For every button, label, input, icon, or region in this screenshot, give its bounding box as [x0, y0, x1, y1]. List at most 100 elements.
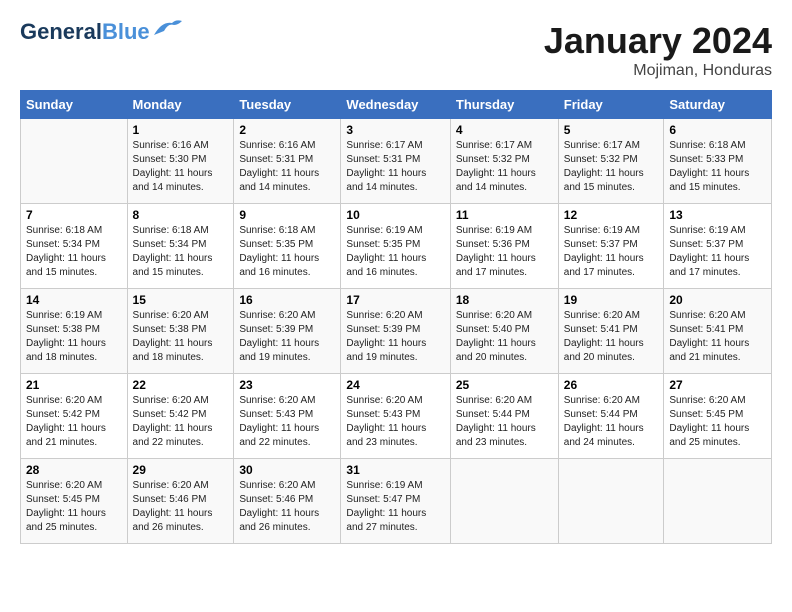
calendar-week-row: 21Sunrise: 6:20 AMSunset: 5:42 PMDayligh… — [21, 374, 772, 459]
header-wednesday: Wednesday — [341, 91, 450, 119]
calendar-cell: 30 Sunrise: 6:20 AMSunset: 5:46 PMDayligh… — [234, 459, 341, 544]
month-title: January 2024 — [544, 20, 772, 62]
day-number: 6 — [669, 123, 766, 137]
day-number: 27 — [669, 378, 766, 392]
day-info: Sunrise: 6:20 AMSunset: 5:44 PMDaylight:… — [456, 394, 553, 450]
calendar-cell: 31 Sunrise: 6:19 AMSunset: 5:47 PMDayligh… — [341, 459, 450, 544]
calendar-cell: 21Sunrise: 6:20 AMSunset: 5:42 PMDayligh… — [21, 374, 128, 459]
header-monday: Monday — [127, 91, 234, 119]
day-number: 25 — [456, 378, 553, 392]
calendar-cell: 16 Sunrise: 6:20 AMSunset: 5:39 PMDayligh… — [234, 289, 341, 374]
calendar-cell: 9 Sunrise: 6:18 AMSunset: 5:35 PMDaylight… — [234, 204, 341, 289]
header-friday: Friday — [558, 91, 664, 119]
day-number: 5 — [564, 123, 659, 137]
day-info: Sunrise: 6:19 AMSunset: 5:35 PMDaylight:… — [346, 224, 444, 280]
day-number: 26 — [564, 378, 659, 392]
day-number: 19 — [564, 293, 659, 307]
day-info: Sunrise: 6:20 AMSunset: 5:41 PMDaylight:… — [669, 309, 766, 365]
day-number: 18 — [456, 293, 553, 307]
calendar-cell: 26 Sunrise: 6:20 AMSunset: 5:44 PMDayligh… — [558, 374, 664, 459]
day-number: 22 — [133, 378, 229, 392]
logo-general: General — [20, 19, 102, 44]
calendar-cell: 19 Sunrise: 6:20 AMSunset: 5:41 PMDayligh… — [558, 289, 664, 374]
day-number: 14 — [26, 293, 122, 307]
calendar-cell: 17 Sunrise: 6:20 AMSunset: 5:39 PMDayligh… — [341, 289, 450, 374]
day-number: 23 — [239, 378, 335, 392]
day-number: 28 — [26, 463, 122, 477]
day-number: 31 — [346, 463, 444, 477]
day-info: Sunrise: 6:20 AMSunset: 5:42 PMDaylight:… — [26, 394, 122, 450]
day-info: Sunrise: 6:20 AMSunset: 5:46 PMDaylight:… — [133, 479, 229, 535]
calendar-week-row: 7 Sunrise: 6:18 AMSunset: 5:34 PMDaylight… — [21, 204, 772, 289]
day-number: 3 — [346, 123, 444, 137]
day-number: 2 — [239, 123, 335, 137]
calendar-cell — [21, 119, 128, 204]
day-info: Sunrise: 6:20 AMSunset: 5:43 PMDaylight:… — [239, 394, 335, 450]
day-info: Sunrise: 6:20 AMSunset: 5:40 PMDaylight:… — [456, 309, 553, 365]
day-info: Sunrise: 6:19 AMSunset: 5:38 PMDaylight:… — [26, 309, 122, 365]
calendar-cell: 10Sunrise: 6:19 AMSunset: 5:35 PMDayligh… — [341, 204, 450, 289]
calendar-cell — [664, 459, 772, 544]
day-info: Sunrise: 6:18 AMSunset: 5:35 PMDaylight:… — [239, 224, 335, 280]
day-info: Sunrise: 6:20 AMSunset: 5:45 PMDaylight:… — [669, 394, 766, 450]
day-info: Sunrise: 6:20 AMSunset: 5:39 PMDaylight:… — [346, 309, 444, 365]
day-info: Sunrise: 6:18 AMSunset: 5:33 PMDaylight:… — [669, 139, 766, 195]
day-info: Sunrise: 6:20 AMSunset: 5:44 PMDaylight:… — [564, 394, 659, 450]
calendar-cell: 20Sunrise: 6:20 AMSunset: 5:41 PMDayligh… — [664, 289, 772, 374]
day-info: Sunrise: 6:19 AMSunset: 5:37 PMDaylight:… — [669, 224, 766, 280]
day-number: 12 — [564, 208, 659, 222]
day-number: 15 — [133, 293, 229, 307]
day-number: 4 — [456, 123, 553, 137]
calendar-week-row: 28 Sunrise: 6:20 AMSunset: 5:45 PMDayligh… — [21, 459, 772, 544]
day-info: Sunrise: 6:20 AMSunset: 5:39 PMDaylight:… — [239, 309, 335, 365]
day-info: Sunrise: 6:19 AMSunset: 5:37 PMDaylight:… — [564, 224, 659, 280]
logo: GeneralBlue — [20, 20, 182, 44]
day-number: 16 — [239, 293, 335, 307]
calendar-cell: 29 Sunrise: 6:20 AMSunset: 5:46 PMDayligh… — [127, 459, 234, 544]
day-info: Sunrise: 6:20 AMSunset: 5:46 PMDaylight:… — [239, 479, 335, 535]
calendar-week-row: 1Sunrise: 6:16 AMSunset: 5:30 PMDaylight… — [21, 119, 772, 204]
calendar-cell — [558, 459, 664, 544]
day-number: 17 — [346, 293, 444, 307]
day-info: Sunrise: 6:17 AMSunset: 5:32 PMDaylight:… — [456, 139, 553, 195]
day-number: 7 — [26, 208, 122, 222]
day-info: Sunrise: 6:19 AMSunset: 5:47 PMDaylight:… — [346, 479, 444, 535]
day-info: Sunrise: 6:20 AMSunset: 5:43 PMDaylight:… — [346, 394, 444, 450]
calendar-cell: 14 Sunrise: 6:19 AMSunset: 5:38 PMDayligh… — [21, 289, 128, 374]
calendar-cell — [450, 459, 558, 544]
header-sunday: Sunday — [21, 91, 128, 119]
calendar-cell: 3Sunrise: 6:17 AMSunset: 5:31 PMDaylight… — [341, 119, 450, 204]
day-number: 13 — [669, 208, 766, 222]
calendar-cell: 15Sunrise: 6:20 AMSunset: 5:38 PMDayligh… — [127, 289, 234, 374]
day-info: Sunrise: 6:20 AMSunset: 5:42 PMDaylight:… — [133, 394, 229, 450]
calendar-cell: 18 Sunrise: 6:20 AMSunset: 5:40 PMDayligh… — [450, 289, 558, 374]
calendar-header-row: SundayMondayTuesdayWednesdayThursdayFrid… — [21, 91, 772, 119]
calendar-table: SundayMondayTuesdayWednesdayThursdayFrid… — [20, 90, 772, 544]
day-info: Sunrise: 6:17 AMSunset: 5:32 PMDaylight:… — [564, 139, 659, 195]
calendar-cell: 12 Sunrise: 6:19 AMSunset: 5:37 PMDayligh… — [558, 204, 664, 289]
header-tuesday: Tuesday — [234, 91, 341, 119]
header-thursday: Thursday — [450, 91, 558, 119]
day-info: Sunrise: 6:19 AMSunset: 5:36 PMDaylight:… — [456, 224, 553, 280]
logo-blue: Blue — [102, 19, 150, 44]
day-info: Sunrise: 6:18 AMSunset: 5:34 PMDaylight:… — [133, 224, 229, 280]
day-number: 30 — [239, 463, 335, 477]
calendar-cell: 8Sunrise: 6:18 AMSunset: 5:34 PMDaylight… — [127, 204, 234, 289]
day-number: 1 — [133, 123, 229, 137]
calendar-cell: 11 Sunrise: 6:19 AMSunset: 5:36 PMDayligh… — [450, 204, 558, 289]
day-number: 29 — [133, 463, 229, 477]
logo-bird-icon — [154, 17, 182, 39]
header-saturday: Saturday — [664, 91, 772, 119]
calendar-cell: 1Sunrise: 6:16 AMSunset: 5:30 PMDaylight… — [127, 119, 234, 204]
day-number: 24 — [346, 378, 444, 392]
calendar-cell: 25 Sunrise: 6:20 AMSunset: 5:44 PMDayligh… — [450, 374, 558, 459]
day-number: 11 — [456, 208, 553, 222]
calendar-cell: 22 Sunrise: 6:20 AMSunset: 5:42 PMDayligh… — [127, 374, 234, 459]
day-info: Sunrise: 6:16 AMSunset: 5:31 PMDaylight:… — [239, 139, 335, 195]
day-info: Sunrise: 6:20 AMSunset: 5:41 PMDaylight:… — [564, 309, 659, 365]
calendar-cell: 13 Sunrise: 6:19 AMSunset: 5:37 PMDayligh… — [664, 204, 772, 289]
location-subtitle: Mojiman, Honduras — [544, 62, 772, 80]
day-info: Sunrise: 6:20 AMSunset: 5:45 PMDaylight:… — [26, 479, 122, 535]
day-number: 9 — [239, 208, 335, 222]
calendar-cell: 4 Sunrise: 6:17 AMSunset: 5:32 PMDaylight… — [450, 119, 558, 204]
